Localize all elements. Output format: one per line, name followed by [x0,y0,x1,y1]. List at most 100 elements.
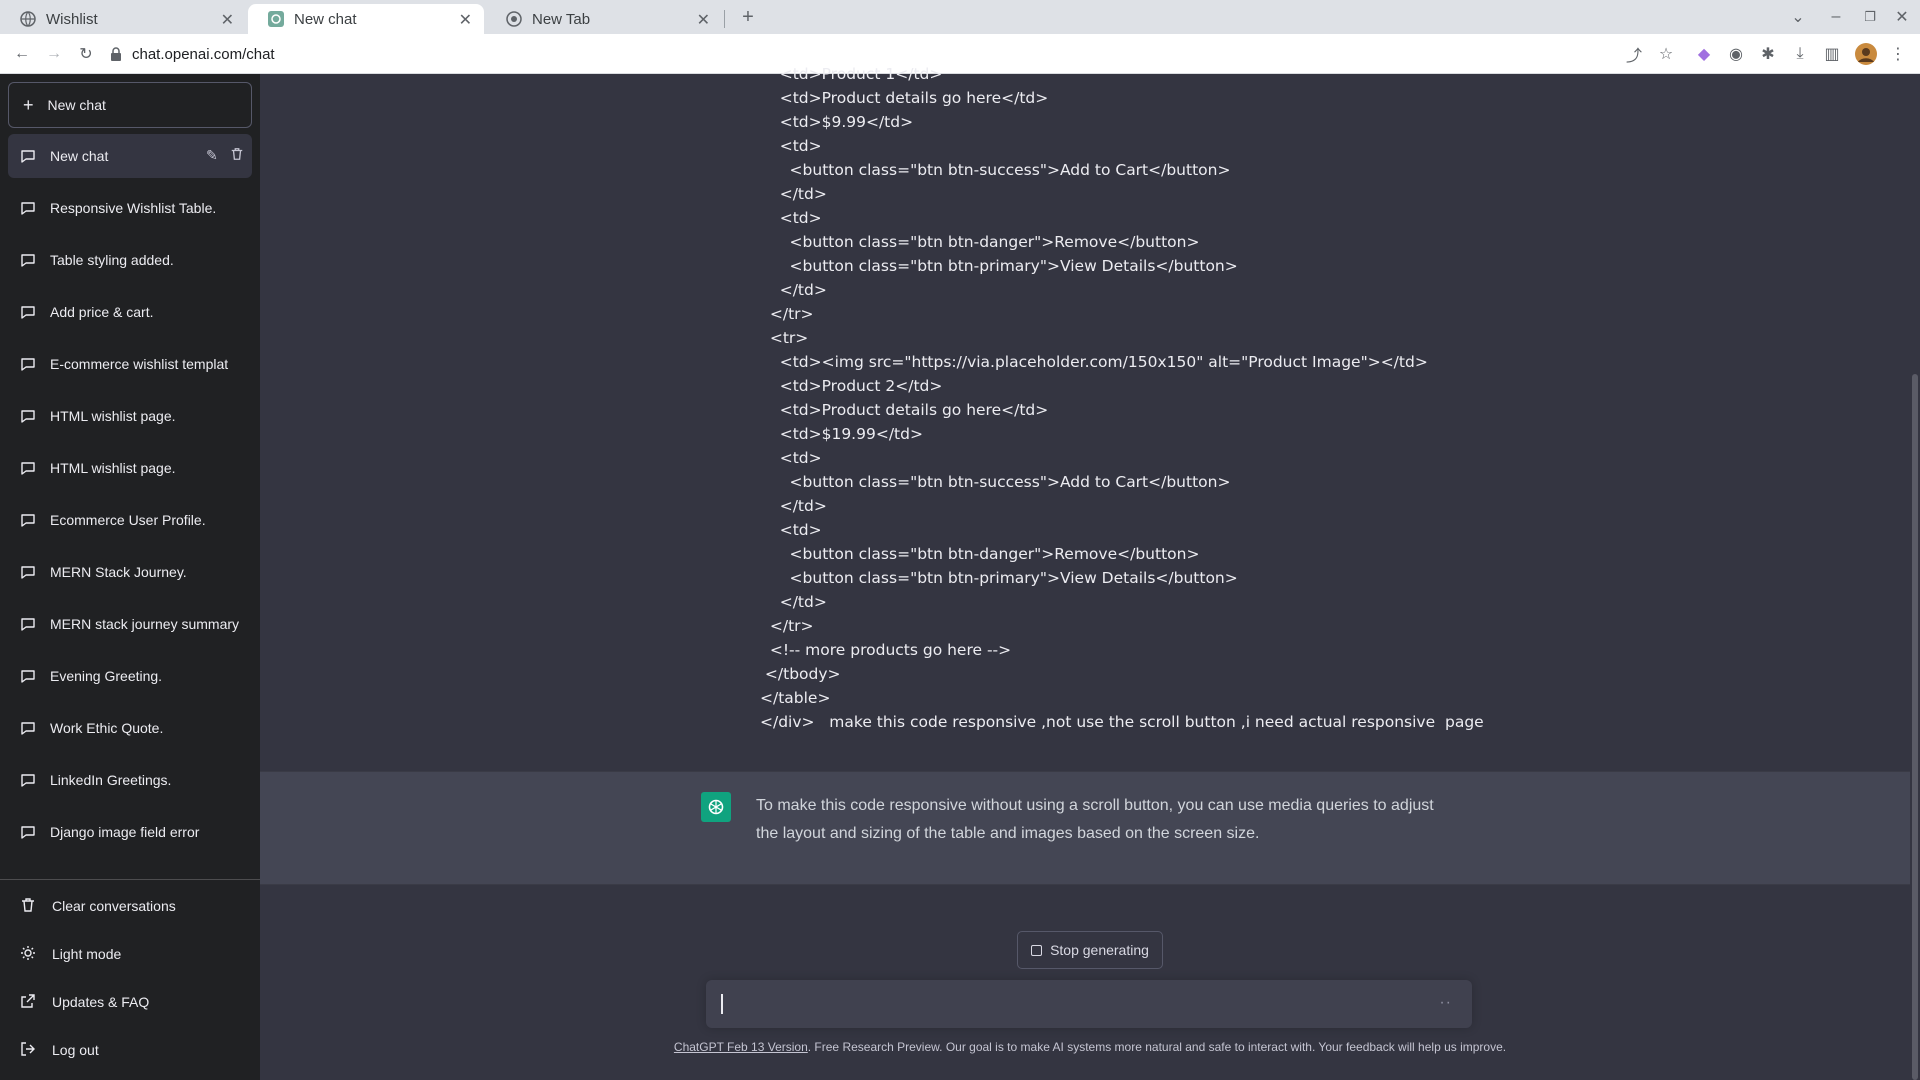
code-line: <td>$19.99</td> [760,425,923,443]
conversation-label: HTML wishlist page. [50,408,176,424]
chat-bubble-icon [20,148,36,164]
tab-search-chevron-icon[interactable]: ⌄ [1786,5,1810,29]
log-out-button[interactable]: Log out [8,1028,252,1072]
lock-icon [110,47,122,61]
minimize-icon[interactable]: – [1824,5,1848,29]
clear-conversations-button[interactable]: Clear conversations [8,884,252,928]
chat-main: <td>Product 1</td> <td>Product details g… [260,65,1920,1080]
chat-bubble-icon [20,408,36,424]
menu-kebab-icon[interactable]: ⋮ [1886,42,1910,66]
chat-bubble-icon [20,356,36,372]
chat-bubble-icon [20,564,36,580]
new-chat-label: New chat [47,97,106,113]
code-line: <td> [760,209,822,227]
message-input[interactable]: ·· [706,980,1472,1028]
conversation-item[interactable]: HTML wishlist page. [8,394,252,438]
text-caret [721,994,723,1014]
conversation-item[interactable]: E-commerce wishlist templat [8,342,252,386]
code-line: <button class="btn btn-primary">View Det… [760,257,1238,275]
plus-icon: + [23,94,34,115]
code-line: </td> [760,281,827,299]
tab-new-chat[interactable]: New chat ✕ [248,4,484,34]
new-chat-button[interactable]: + New chat [8,82,252,128]
conversation-label: Responsive Wishlist Table. [50,200,217,216]
conversation-item[interactable]: Ecommerce User Profile. [8,498,252,542]
chat-bubble-icon [20,304,36,320]
conversation-label: HTML wishlist page. [50,460,176,476]
loading-dots-icon: ·· [1439,994,1452,1011]
close-tab-icon[interactable]: ✕ [697,10,710,30]
chat-bubble-icon [20,252,36,268]
browser-toolbar: ← → ↻ chat.openai.com/chat ⤴ ☆ ◆ ◉ ✱ ⤓ ▥… [0,34,1920,74]
code-line: </td> [760,593,827,611]
camera-icon[interactable]: ◉ [1724,42,1748,66]
profile-avatar[interactable] [1854,42,1878,66]
conversation-label: Django image field error [50,824,200,840]
conversation-label: MERN Stack Journey. [50,564,187,580]
side-panel-icon[interactable]: ▥ [1820,42,1844,66]
code-line: <td> [760,521,822,539]
download-icon[interactable]: ⤓ [1788,42,1812,66]
chrome-icon [506,11,522,27]
conversation-item[interactable]: MERN stack journey summary [8,602,252,646]
url-text: chat.openai.com/chat [132,45,275,63]
code-line: <td>Product details go here</td> [760,89,1049,107]
assistant-message-text: To make this code responsive without usi… [756,797,1434,842]
window-close-icon[interactable]: ✕ [1890,5,1914,29]
forward-arrow-icon[interactable]: → [42,42,66,66]
sun-icon [20,945,38,963]
share-icon[interactable]: ⤴ [1622,42,1646,66]
conversation-label: Add price & cart. [50,304,154,320]
delete-trash-icon[interactable] [230,147,244,164]
code-line: <button class="btn btn-primary">View Det… [760,569,1238,587]
restore-icon[interactable]: ❐ [1858,5,1882,29]
new-tab-plus-icon[interactable]: + [736,5,760,29]
conversation-item[interactable]: Evening Greeting. [8,654,252,698]
code-line: <td> [760,137,822,155]
conversation-item[interactable]: Add price & cart. [8,290,252,334]
tab-wishlist[interactable]: Wishlist ✕ [0,4,246,34]
conversation-item[interactable]: HTML wishlist page. [8,446,252,490]
conversation-item[interactable]: MERN Stack Journey. [8,550,252,594]
conversation-item[interactable]: New chat ✎ [8,134,252,178]
back-arrow-icon[interactable]: ← [10,42,34,66]
conversation-item[interactable]: Work Ethic Quote. [8,706,252,750]
tab-new-tab[interactable]: New Tab ✕ [486,4,722,34]
globe-icon [20,11,36,27]
close-tab-icon[interactable]: ✕ [221,10,234,30]
reload-icon[interactable]: ↻ [74,42,98,66]
code-line: </table> [760,689,831,707]
updates-faq-link[interactable]: Updates & FAQ [8,980,252,1024]
version-link[interactable]: ChatGPT Feb 13 Version [674,1040,808,1054]
log-out-label: Log out [52,1042,99,1058]
edit-pencil-icon[interactable]: ✎ [206,147,218,164]
code-line: </div> make this code responsive ,not us… [760,713,1484,731]
code-line: <td>Product details go here</td> [760,401,1049,419]
code-line: </tr> [760,617,814,635]
light-mode-button[interactable]: Light mode [8,932,252,976]
chat-bubble-icon [20,720,36,736]
bookmark-star-icon[interactable]: ☆ [1654,42,1678,66]
code-line: </tr> [760,305,814,323]
close-tab-icon[interactable]: ✕ [459,10,472,30]
conversation-item[interactable]: Table styling added. [8,238,252,282]
tab-separator [724,10,725,28]
chat-bubble-icon [20,512,36,528]
code-line: <tr> [760,329,809,347]
openai-icon [268,11,284,27]
conversation-label: MERN stack journey summary [50,616,240,632]
assistant-message-row: To make this code responsive without usi… [260,771,1910,885]
tab-title: New chat [294,10,357,28]
conversation-item[interactable]: Responsive Wishlist Table. [8,186,252,230]
scrollbar-thumb[interactable] [1912,374,1918,1080]
stop-generating-button[interactable]: Stop generating [1017,931,1163,969]
stop-generating-label: Stop generating [1050,942,1149,958]
conversation-item[interactable]: Django image field error [8,810,252,854]
updates-faq-label: Updates & FAQ [52,994,150,1010]
code-line: <button class="btn btn-danger">Remove</b… [760,545,1200,563]
tab-title: Wishlist [46,10,98,28]
conversation-item[interactable]: LinkedIn Greetings. [8,758,252,802]
extension-gem-icon[interactable]: ◆ [1692,42,1716,66]
conversation-label: Ecommerce User Profile. [50,512,206,528]
extensions-puzzle-icon[interactable]: ✱ [1756,42,1780,66]
